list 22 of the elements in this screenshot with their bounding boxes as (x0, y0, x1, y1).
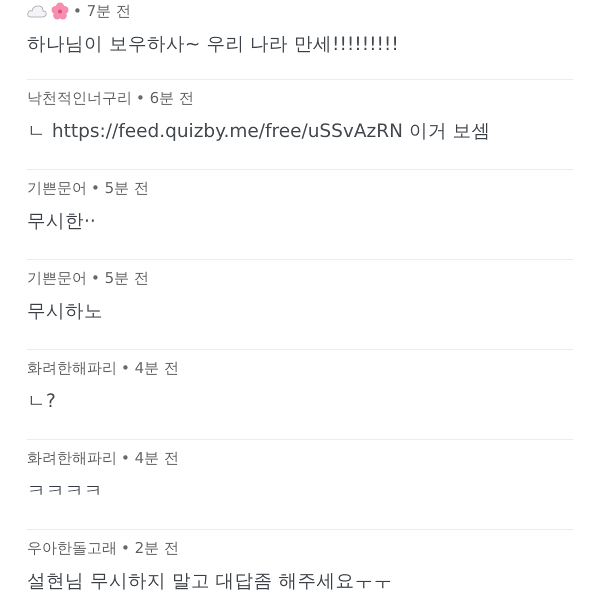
cloud-icon (27, 4, 47, 18)
comment-time: • 5분 전 (91, 178, 149, 198)
comment-time: • 7분 전 (73, 2, 131, 20)
comment-text: ㅋㅋㅋㅋ (27, 480, 104, 504)
author-name: 화려한해파리 (27, 358, 117, 378)
comment-text: ㄴ? (27, 390, 57, 414)
author-name: 낙천적인너구리 (27, 88, 132, 108)
comment-time: • 4분 전 (121, 448, 179, 468)
comment-time: • 6분 전 (136, 88, 194, 108)
author-name: 우아한돌고래 (27, 538, 117, 558)
author-name: 기쁜문어 (27, 268, 87, 288)
comment-text: 설현님 무시하지 말고 대답좀 해주세요ㅜㅜ (27, 570, 394, 594)
flower-icon (51, 2, 69, 20)
comment-text: 하나님이 보우하사~ 우리 나라 만세!!!!!!!!! (27, 33, 400, 57)
comment-time: • 4분 전 (121, 358, 179, 378)
author-name: 기쁜문어 (27, 178, 87, 198)
comment-text: 무시한·· (27, 210, 97, 234)
author-name: 화려한해파리 (27, 448, 117, 468)
comment-text: ㄴ https://feed.quizby.me/free/uSSvAzRN 이거 보셈 (27, 120, 492, 144)
comment-text: 무시하노 (27, 300, 104, 324)
comment-time: • 5분 전 (91, 268, 149, 288)
comment-time: • 2분 전 (121, 538, 179, 558)
